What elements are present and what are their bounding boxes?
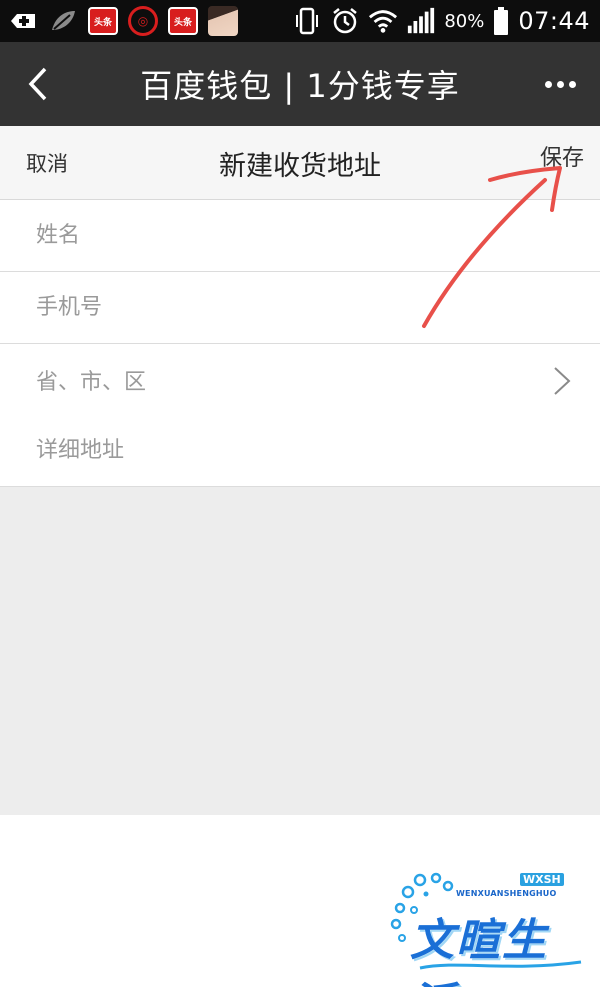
more-dots-icon (544, 80, 552, 88)
wifi-icon (368, 6, 398, 36)
clock: 07:44 (518, 7, 590, 35)
back-button[interactable] (18, 60, 58, 108)
app-titlebar: 百度钱包 | 1分钱专享 (0, 42, 600, 126)
toutiao-app-icon: 头条 (88, 7, 118, 35)
empty-content-area (0, 487, 600, 815)
name-input[interactable] (36, 223, 516, 248)
more-options-button[interactable] (536, 64, 584, 104)
more-dot (568, 80, 576, 88)
cancel-button[interactable]: 取消 (26, 126, 68, 200)
medical-cross-icon (8, 6, 38, 36)
battery-icon (492, 6, 510, 36)
avatar-notification-icon (208, 6, 238, 36)
system-indicators: 80% 07:44 (292, 5, 590, 37)
region-selector[interactable]: 省、市、区 (0, 344, 600, 416)
form-header: 新建收货地址 取消 保存 (0, 126, 600, 200)
wave-icon (419, 960, 582, 970)
phone-input[interactable] (36, 295, 516, 320)
signal-icon (406, 6, 436, 36)
watermark-logo: WXSH WENXUANSHENGHUO 文暄生活 (388, 870, 588, 987)
battery-percentage: 80% (444, 10, 485, 32)
alarm-icon (330, 6, 360, 36)
more-dot (556, 80, 564, 88)
watermark-pinyin: WENXUANSHENGHUO (456, 889, 557, 898)
leaf-icon (48, 6, 78, 36)
save-button[interactable]: 保存 (540, 140, 584, 172)
phone-row (0, 272, 600, 344)
chevron-left-icon (28, 67, 47, 101)
status-bar: 头条 ◎ 头条 80% 07:44 (0, 0, 600, 42)
vibrate-icon (292, 6, 322, 36)
watermark-text: 文暄生活 (410, 915, 548, 987)
page-title: 百度钱包 | 1分钱专享 (140, 67, 460, 105)
region-label: 省、市、区 (36, 369, 147, 395)
watermark-badge: WXSH (520, 873, 564, 886)
address-input[interactable] (36, 438, 516, 463)
notification-icons: 头条 ◎ 头条 (8, 5, 238, 37)
chevron-right-icon (554, 367, 571, 395)
address-row (0, 415, 600, 487)
form-title: 新建收货地址 (219, 150, 381, 182)
name-row (0, 200, 600, 272)
toutiao-app-icon-2: 头条 (168, 7, 198, 35)
bank-app-icon: ◎ (128, 6, 158, 36)
